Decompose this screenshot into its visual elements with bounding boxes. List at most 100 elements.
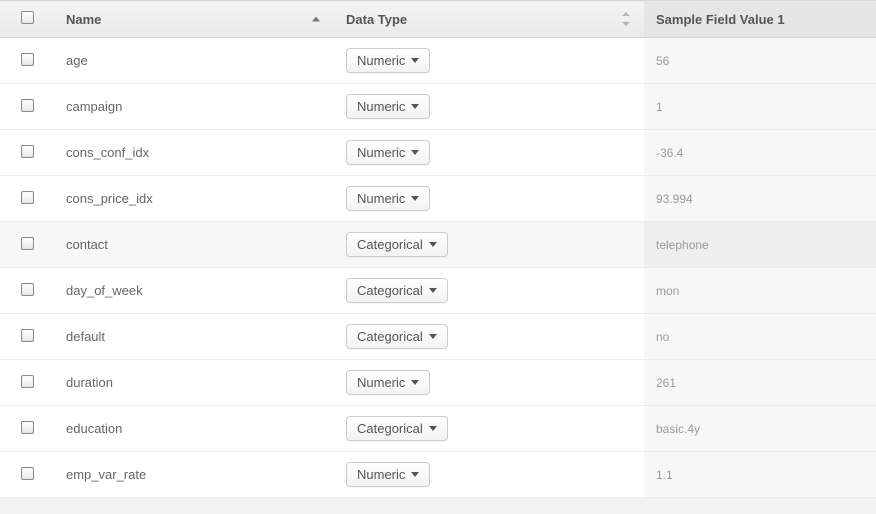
data-type-label: Categorical xyxy=(357,237,423,252)
row-type-cell: Categorical xyxy=(334,222,644,268)
field-name: cons_conf_idx xyxy=(66,145,149,160)
row-sample-cell: 1.1 xyxy=(644,452,876,498)
data-type-label: Categorical xyxy=(357,283,423,298)
row-type-cell: Numeric xyxy=(334,360,644,406)
checkbox-icon[interactable] xyxy=(21,53,34,66)
row-check-cell[interactable] xyxy=(0,314,54,360)
sample-value: 1.1 xyxy=(656,468,673,482)
checkbox-icon[interactable] xyxy=(21,375,34,388)
table-row: emp_var_rate Numeric 1.1 xyxy=(0,452,876,498)
checkbox-icon[interactable] xyxy=(21,99,34,112)
sample-value: mon xyxy=(656,284,679,298)
caret-down-icon xyxy=(411,472,419,477)
data-type-dropdown[interactable]: Categorical xyxy=(346,324,448,349)
row-check-cell[interactable] xyxy=(0,176,54,222)
sample-value: 261 xyxy=(656,376,676,390)
data-type-label: Categorical xyxy=(357,329,423,344)
table-row: defaultCategoricalno xyxy=(0,314,876,360)
row-check-cell[interactable] xyxy=(0,38,54,84)
header-sample: Sample Field Value 1 xyxy=(644,1,876,38)
sample-value: 93.994 xyxy=(656,192,693,206)
row-check-cell[interactable] xyxy=(0,222,54,268)
field-name: duration xyxy=(66,375,113,390)
caret-down-icon xyxy=(411,104,419,109)
data-type-dropdown[interactable]: Categorical xyxy=(346,416,448,441)
field-name: age xyxy=(66,53,88,68)
caret-down-icon xyxy=(411,380,419,385)
data-type-label: Numeric xyxy=(357,467,405,482)
checkbox-icon[interactable] xyxy=(21,191,34,204)
header-check[interactable] xyxy=(0,1,54,38)
checkbox-icon[interactable] xyxy=(21,329,34,342)
table-row: day_of_week Categorical mon xyxy=(0,268,876,314)
row-name-cell: contact xyxy=(54,222,334,268)
row-check-cell[interactable] xyxy=(0,406,54,452)
data-type-label: Numeric xyxy=(357,53,405,68)
sort-both-icon xyxy=(622,12,630,26)
table-row: education Categorical basic.4y xyxy=(0,406,876,452)
caret-down-icon xyxy=(429,242,437,247)
sample-value: telephone xyxy=(656,238,709,252)
row-name-cell: default xyxy=(54,314,334,360)
row-name-cell: emp_var_rate xyxy=(54,452,334,498)
data-type-dropdown[interactable]: Numeric xyxy=(346,462,430,487)
row-check-cell[interactable] xyxy=(0,452,54,498)
field-name: education xyxy=(66,421,122,436)
row-sample-cell: 261 xyxy=(644,360,876,406)
table-footer xyxy=(0,498,876,514)
field-name: day_of_week xyxy=(66,283,143,298)
data-type-dropdown[interactable]: Categorical xyxy=(346,232,448,257)
caret-down-icon xyxy=(429,426,437,431)
checkbox-icon[interactable] xyxy=(21,145,34,158)
table-row: cons_conf_idx Numeric -36.4 xyxy=(0,130,876,176)
row-name-cell: duration xyxy=(54,360,334,406)
caret-down-icon xyxy=(429,288,437,293)
field-name: contact xyxy=(66,237,108,252)
sample-value: basic.4y xyxy=(656,422,700,436)
table-row: campaignNumeric1 xyxy=(0,84,876,130)
table-row: ageNumeric56 xyxy=(0,38,876,84)
header-data-type-label: Data Type xyxy=(346,12,407,27)
table-row: contact Categorical telephone xyxy=(0,222,876,268)
row-type-cell: Categorical xyxy=(334,314,644,360)
field-name: campaign xyxy=(66,99,122,114)
row-name-cell: campaign xyxy=(54,84,334,130)
row-type-cell: Numeric xyxy=(334,452,644,498)
header-name[interactable]: Name xyxy=(54,1,334,38)
header-data-type[interactable]: Data Type xyxy=(334,1,644,38)
row-sample-cell: -36.4 xyxy=(644,130,876,176)
row-check-cell[interactable] xyxy=(0,360,54,406)
row-check-cell[interactable] xyxy=(0,268,54,314)
caret-down-icon xyxy=(411,150,419,155)
data-type-label: Numeric xyxy=(357,191,405,206)
checkbox-icon[interactable] xyxy=(21,467,34,480)
data-type-dropdown[interactable]: Numeric xyxy=(346,94,430,119)
row-name-cell: cons_conf_idx xyxy=(54,130,334,176)
checkbox-icon[interactable] xyxy=(21,283,34,296)
data-type-label: Numeric xyxy=(357,145,405,160)
field-name: emp_var_rate xyxy=(66,467,146,482)
field-name: cons_price_idx xyxy=(66,191,153,206)
data-type-dropdown[interactable]: Numeric xyxy=(346,48,430,73)
data-type-dropdown[interactable]: Numeric xyxy=(346,370,430,395)
sample-value: -36.4 xyxy=(656,146,683,160)
row-sample-cell: telephone xyxy=(644,222,876,268)
row-check-cell[interactable] xyxy=(0,130,54,176)
checkbox-icon[interactable] xyxy=(21,11,34,24)
row-type-cell: Numeric xyxy=(334,130,644,176)
fields-table: Name Data Type Sample Field Value 1 age N… xyxy=(0,0,876,514)
data-type-dropdown[interactable]: Numeric xyxy=(346,186,430,211)
caret-down-icon xyxy=(411,196,419,201)
row-sample-cell: 93.994 xyxy=(644,176,876,222)
row-type-cell: Numeric xyxy=(334,38,644,84)
row-type-cell: Categorical xyxy=(334,268,644,314)
checkbox-icon[interactable] xyxy=(21,421,34,434)
row-check-cell[interactable] xyxy=(0,84,54,130)
data-type-dropdown[interactable]: Numeric xyxy=(346,140,430,165)
table-row: cons_price_idx Numeric 93.994 xyxy=(0,176,876,222)
row-sample-cell: mon xyxy=(644,268,876,314)
row-name-cell: education xyxy=(54,406,334,452)
data-type-dropdown[interactable]: Categorical xyxy=(346,278,448,303)
checkbox-icon[interactable] xyxy=(21,237,34,250)
row-name-cell: cons_price_idx xyxy=(54,176,334,222)
